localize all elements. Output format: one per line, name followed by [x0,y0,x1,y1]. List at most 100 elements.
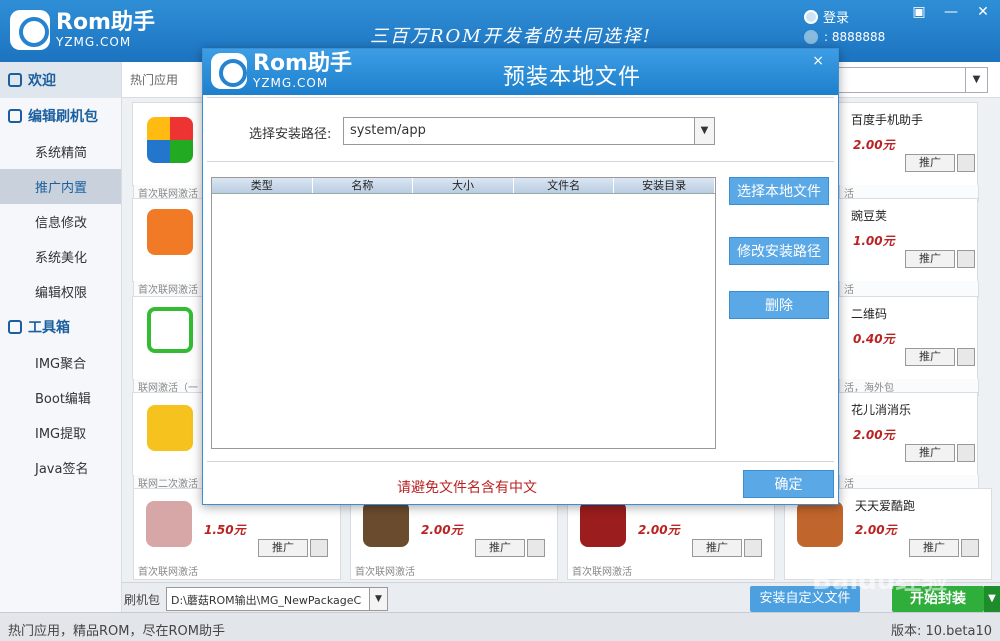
install-path-value: system/app [350,123,426,138]
card-footer: 首次联网激活 [572,567,632,578]
app-icon [580,501,626,547]
logo-text: Rom助手 [253,51,352,76]
sidebar-welcome-label: 欢迎 [28,73,56,89]
preinstall-dialog: Rom助手 YZMG.COM 预装本地文件 × 选择安装路径: system/a… [202,48,839,505]
tab-hot-apps[interactable]: 热门应用 [130,71,178,88]
app-name: 百度手机助手 [851,113,924,127]
menu-icon[interactable] [527,539,545,557]
column-install-dir[interactable]: 安装目录 [614,178,715,193]
app-price: 2.00元 [855,523,897,537]
file-table[interactable]: 类型 名称 大小 文件名 安装目录 [211,177,716,449]
promo-button[interactable]: 推广 [905,250,955,268]
card-footer: 首次联网激活 [138,567,198,578]
logo-icon [211,53,247,89]
toolbox-icon [8,320,22,334]
package-path-select[interactable]: D:\蘑菇ROM输出\MG_NewPackageC ▼ [166,587,388,611]
menu-icon[interactable] [957,154,975,172]
app-icon [363,501,409,547]
minimize-button[interactable]: — [942,4,960,20]
logo-sub: YZMG.COM [56,35,132,49]
qq-number: : 8888888 [804,30,885,44]
window-controls: ▣ — ✕ [910,4,992,20]
menu-icon[interactable] [744,539,762,557]
qq-icon [804,30,818,44]
modify-install-path-button[interactable]: 修改安装路径 [729,237,829,265]
sidebar-welcome[interactable]: 欢迎 [0,62,121,98]
promo-button[interactable]: 推广 [258,539,308,557]
sidebar-toolbox-label: 工具箱 [28,320,70,336]
logo-icon [10,10,50,50]
watermark: Baidu经验 [812,566,948,596]
promo-button[interactable]: 推广 [475,539,525,557]
sidebar-item-boot-edit[interactable]: Boot编辑 [0,380,121,415]
promo-button[interactable]: 推广 [905,154,955,172]
column-filename[interactable]: 文件名 [514,178,615,193]
menu-icon[interactable] [310,539,328,557]
divider [207,161,834,162]
app-card-right[interactable]: 二维码 0.40元 推广 活，海外包 [838,296,979,396]
column-size[interactable]: 大小 [413,178,514,193]
sidebar-item-beautify[interactable]: 系统美化 [0,239,121,274]
column-name[interactable]: 名称 [313,178,414,193]
sidebar: 欢迎 编辑刷机包 系统精简 推广内置 信息修改 系统美化 编辑权限 工具箱 IM… [0,62,122,612]
pencil-icon [8,109,22,123]
login-link[interactable]: 登录 [804,7,849,26]
sidebar-item-promo[interactable]: 推广内置 [0,169,121,204]
menu-icon[interactable] [957,250,975,268]
promo-button[interactable]: 推广 [905,444,955,462]
category-select[interactable]: ▼ [838,67,988,93]
app-price: 2.00元 [638,523,680,537]
app-name: 天天爱酷跑 [855,499,916,513]
sidebar-edit-package[interactable]: 编辑刷机包 [0,98,121,134]
sidebar-item-info-edit[interactable]: 信息修改 [0,204,121,239]
ok-button[interactable]: 确定 [743,470,834,498]
delete-button[interactable]: 删除 [729,291,829,319]
status-bar: 热门应用，精品ROM，尽在ROM助手 版本: 10.beta10 [0,612,1000,641]
app-name: 花儿消消乐 [851,403,912,417]
sidebar-item-java-sign[interactable]: Java签名 [0,450,121,485]
sidebar-item-img-merge[interactable]: IMG聚合 [0,345,121,380]
sidebar-item-system-trim[interactable]: 系统精简 [0,134,121,169]
logo-sub: YZMG.COM [253,76,329,90]
rocket-app-icon [147,209,193,255]
app-icon [147,117,193,163]
close-icon[interactable]: × [812,53,824,69]
sidebar-item-img-extract[interactable]: IMG提取 [0,415,121,450]
app-icon [797,501,843,547]
package-label: 刷机包 [124,593,161,607]
app-price: 2.00元 [853,138,895,152]
file-table-header: 类型 名称 大小 文件名 安装目录 [212,178,715,194]
warning-text: 请避免文件名含有中文 [397,480,537,496]
version-text: 版本: 10.beta10 [890,624,992,639]
slogan: 三百万ROM开发者的共同选择! [370,26,652,47]
promo-button[interactable]: 推广 [692,539,742,557]
dialog-logo: Rom助手 YZMG.COM [211,53,352,89]
user-icon [804,9,818,24]
card-footer: 首次联网激活 [355,567,415,578]
select-local-file-button[interactable]: 选择本地文件 [729,177,829,205]
app-price: 2.00元 [853,428,895,442]
app-price: 2.00元 [421,523,463,537]
search-app-icon [147,307,193,353]
chevron-down-icon: ▼ [369,588,387,610]
menu-icon[interactable] [957,348,975,366]
promo-button[interactable]: 推广 [909,539,959,557]
package-options-button[interactable]: ▼ [984,586,1000,612]
divider [207,97,834,98]
app-card-right[interactable]: 豌豆荚 1.00元 推广 活 [838,198,979,298]
install-path-select[interactable]: system/app ▼ [343,117,715,145]
app-card-right[interactable]: 花儿消消乐 2.00元 推广 活 [838,392,979,492]
app-card-right[interactable]: 百度手机助手 2.00元 推广 活 [838,102,979,202]
menu-icon[interactable] [957,444,975,462]
qq-text: : 8888888 [824,30,886,44]
promo-button[interactable]: 推广 [905,348,955,366]
dialog-header: Rom助手 YZMG.COM 预装本地文件 × [203,49,838,95]
sidebar-toolbox[interactable]: 工具箱 [0,309,121,345]
close-window-button[interactable]: ✕ [974,4,992,20]
dialog-title: 预装本地文件 [503,65,642,90]
column-type[interactable]: 类型 [212,178,313,193]
menu-icon[interactable] [961,539,979,557]
sidebar-item-permissions[interactable]: 编辑权限 [0,274,121,309]
skin-button[interactable]: ▣ [910,4,928,20]
install-path-label: 选择安装路径: [249,127,332,142]
